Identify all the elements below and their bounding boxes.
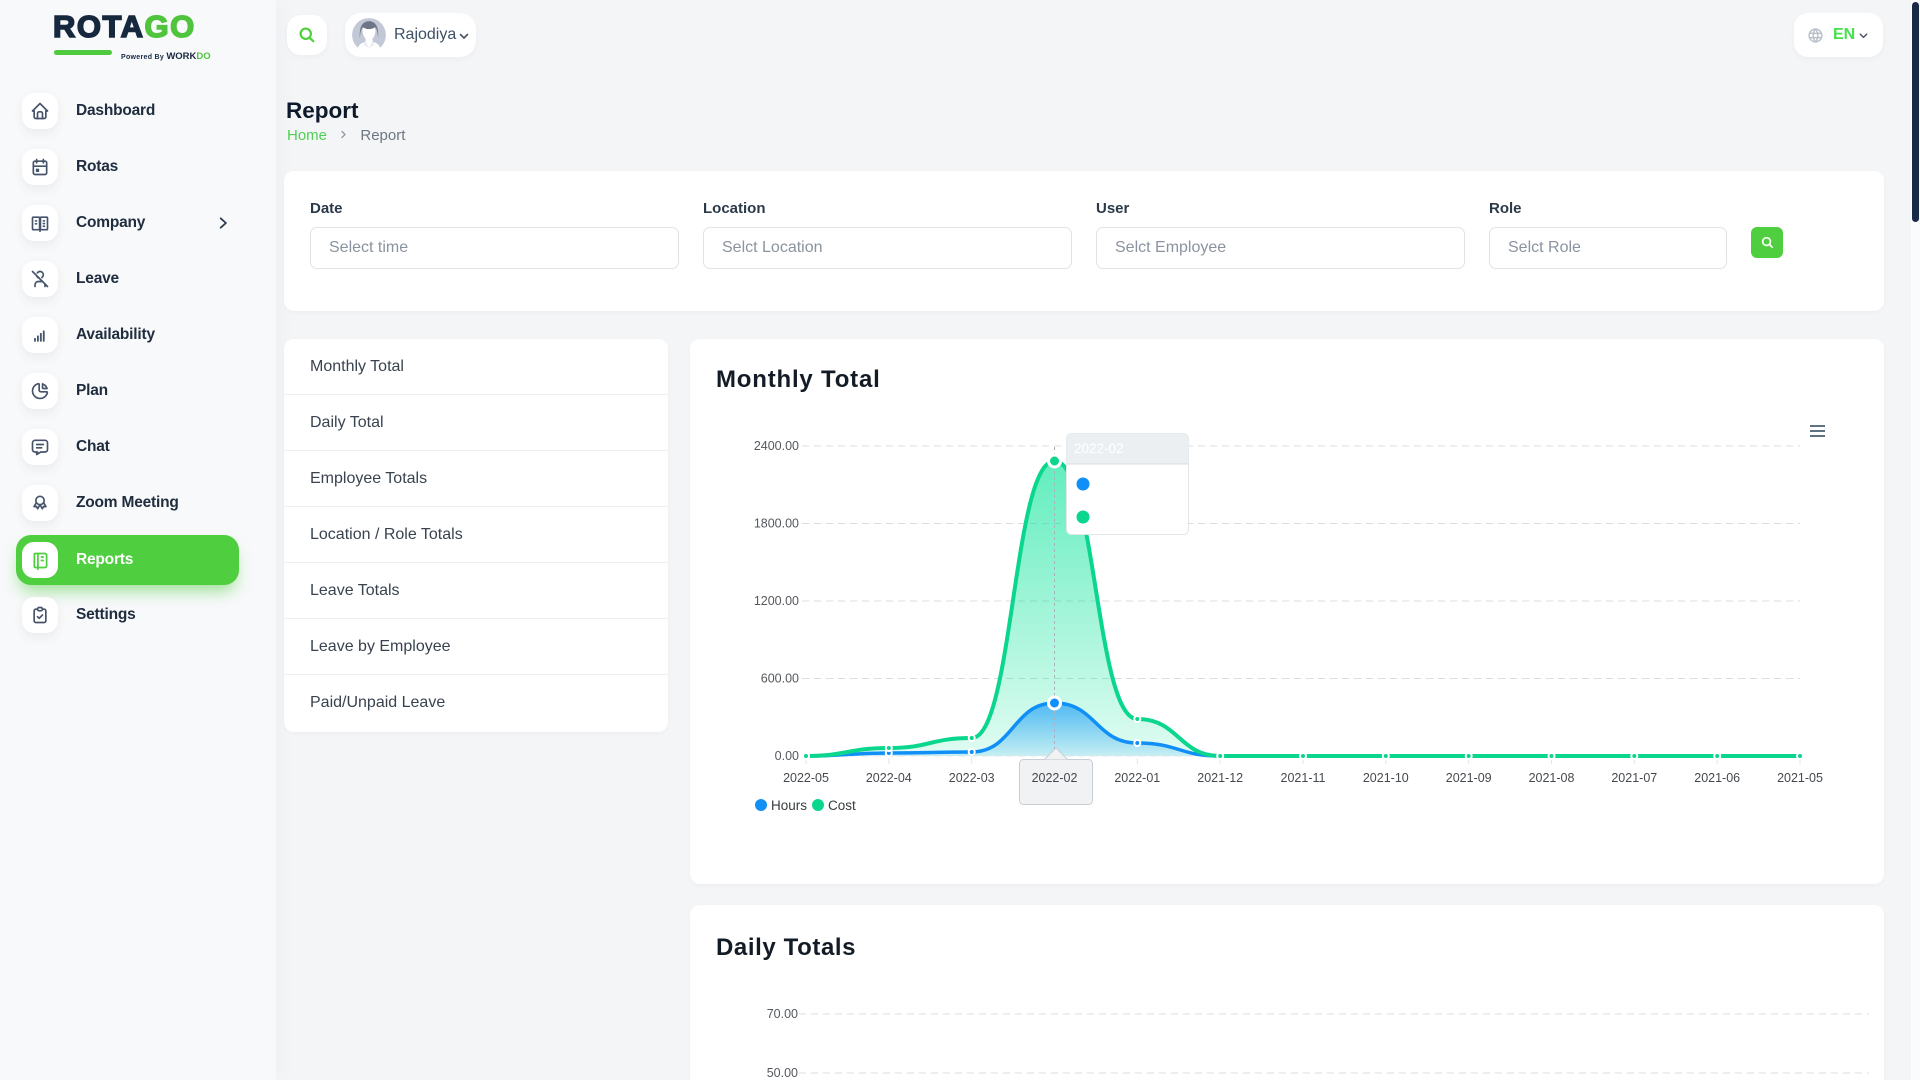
- svg-text:2022-05: 2022-05: [783, 771, 829, 785]
- svg-text:2021-08: 2021-08: [1529, 771, 1575, 785]
- svg-text:2022-03: 2022-03: [949, 771, 995, 785]
- svg-text:70.00: 70.00: [767, 1007, 798, 1021]
- svg-text:50.00: 50.00: [767, 1066, 798, 1080]
- svg-text:2021-10: 2021-10: [1363, 771, 1409, 785]
- svg-text:2022-04: 2022-04: [866, 771, 912, 785]
- svg-text:2021-06: 2021-06: [1694, 771, 1740, 785]
- svg-text:2021-07: 2021-07: [1611, 771, 1657, 785]
- svg-text:2022-02: 2022-02: [1032, 771, 1078, 785]
- svg-text:Hours: Hours: [771, 798, 807, 813]
- svg-text:2021-12: 2021-12: [1197, 771, 1243, 785]
- svg-text:2022-02: 2022-02: [1074, 441, 1124, 456]
- svg-text:2022-01: 2022-01: [1114, 771, 1160, 785]
- svg-text:600.00: 600.00: [761, 672, 799, 686]
- svg-text:2400.00: 2400.00: [754, 439, 799, 453]
- svg-text:Cost: Cost: [828, 798, 856, 813]
- svg-text:1200.00: 1200.00: [754, 594, 799, 608]
- svg-text:2021-09: 2021-09: [1446, 771, 1492, 785]
- svg-text:1800.00: 1800.00: [754, 517, 799, 531]
- svg-text:2021-05: 2021-05: [1777, 771, 1823, 785]
- svg-text:0.00: 0.00: [775, 749, 799, 763]
- svg-text:2021-11: 2021-11: [1281, 771, 1326, 785]
